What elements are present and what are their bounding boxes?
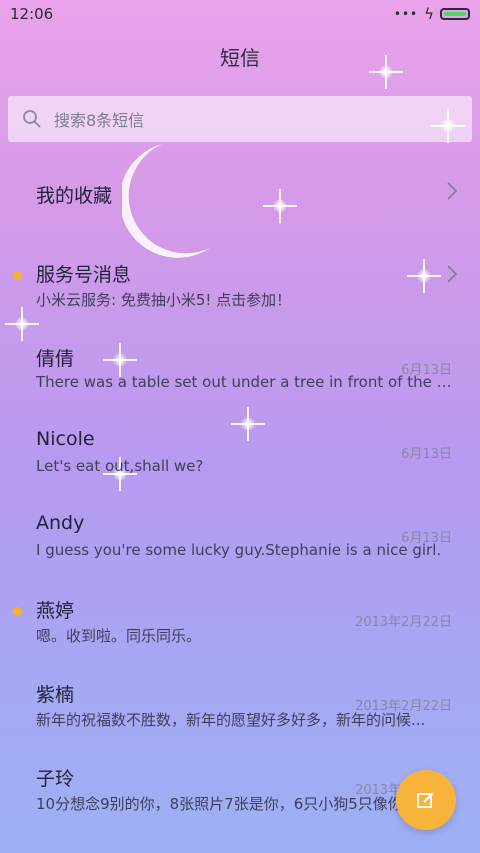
search-icon xyxy=(23,110,41,128)
conversation-row[interactable]: 燕婷 2013年2月22日 嗯。收到啦。同乐同乐。 xyxy=(0,568,480,652)
conversation-row[interactable]: 紫楠 2013年2月22日 新年的祝福数不胜数，新年的愿望好多好多，新年的问候.… xyxy=(0,652,480,736)
status-bar: 12:06 ••• ϟ xyxy=(0,0,480,28)
contact-name: 服务号消息 xyxy=(36,264,132,286)
contact-name: 子玲 xyxy=(36,768,75,790)
conversation-list: 我的收藏 服务号消息 小米云服务: 免费抽小米5! 点击参加！ 倩倩 6月13日… xyxy=(0,150,480,820)
compose-icon xyxy=(417,792,434,808)
status-time: 12:06 xyxy=(10,5,54,23)
favorites-row[interactable]: 我的收藏 xyxy=(0,150,480,232)
search-bar[interactable]: 搜索8条短信 xyxy=(8,96,472,142)
chevron-right-icon xyxy=(447,265,458,283)
status-icons: ••• ϟ xyxy=(394,5,470,23)
favorites-label: 我的收藏 xyxy=(36,185,113,207)
search-placeholder: 搜索8条短信 xyxy=(54,111,145,130)
message-preview: 嗯。收到啦。同乐同乐。 xyxy=(36,627,202,645)
message-preview: Let's eat out,shall we? xyxy=(36,457,204,475)
page-title: 短信 xyxy=(220,46,260,70)
compose-button[interactable] xyxy=(396,770,456,830)
signal-dots-icon: ••• xyxy=(393,7,419,21)
message-preview: There was a table set out under a tree i… xyxy=(36,373,452,391)
conversation-row[interactable]: 倩倩 6月13日 There was a table set out under… xyxy=(0,316,480,400)
contact-name: 燕婷 xyxy=(36,600,75,622)
contact-name: Andy xyxy=(36,512,85,534)
contact-name: 倩倩 xyxy=(36,348,75,370)
message-preview: 新年的祝福数不胜数，新年的愿望好多好多，新年的问候... xyxy=(36,711,426,729)
conversation-row[interactable]: Nicole 6月13日 Let's eat out,shall we? xyxy=(0,400,480,484)
battery-icon xyxy=(440,8,470,20)
contact-name: Nicole xyxy=(36,428,95,450)
conversation-row[interactable]: 服务号消息 小米云服务: 免费抽小米5! 点击参加！ xyxy=(0,232,480,316)
conversation-row[interactable]: Andy 6月13日 I guess you're some lucky guy… xyxy=(0,484,480,568)
contact-name: 紫楠 xyxy=(36,684,75,706)
message-preview: 10分想念9别的你，8张照片7张是你，6只小狗5只像你 xyxy=(36,795,403,813)
charging-icon: ϟ xyxy=(424,5,434,23)
unread-dot xyxy=(13,271,22,280)
unread-dot xyxy=(13,607,22,616)
chevron-right-icon xyxy=(447,182,458,200)
message-preview: 小米云服务: 免费抽小米5! 点击参加！ xyxy=(36,291,292,309)
message-preview: I guess you're some lucky guy.Stephanie … xyxy=(36,541,442,559)
